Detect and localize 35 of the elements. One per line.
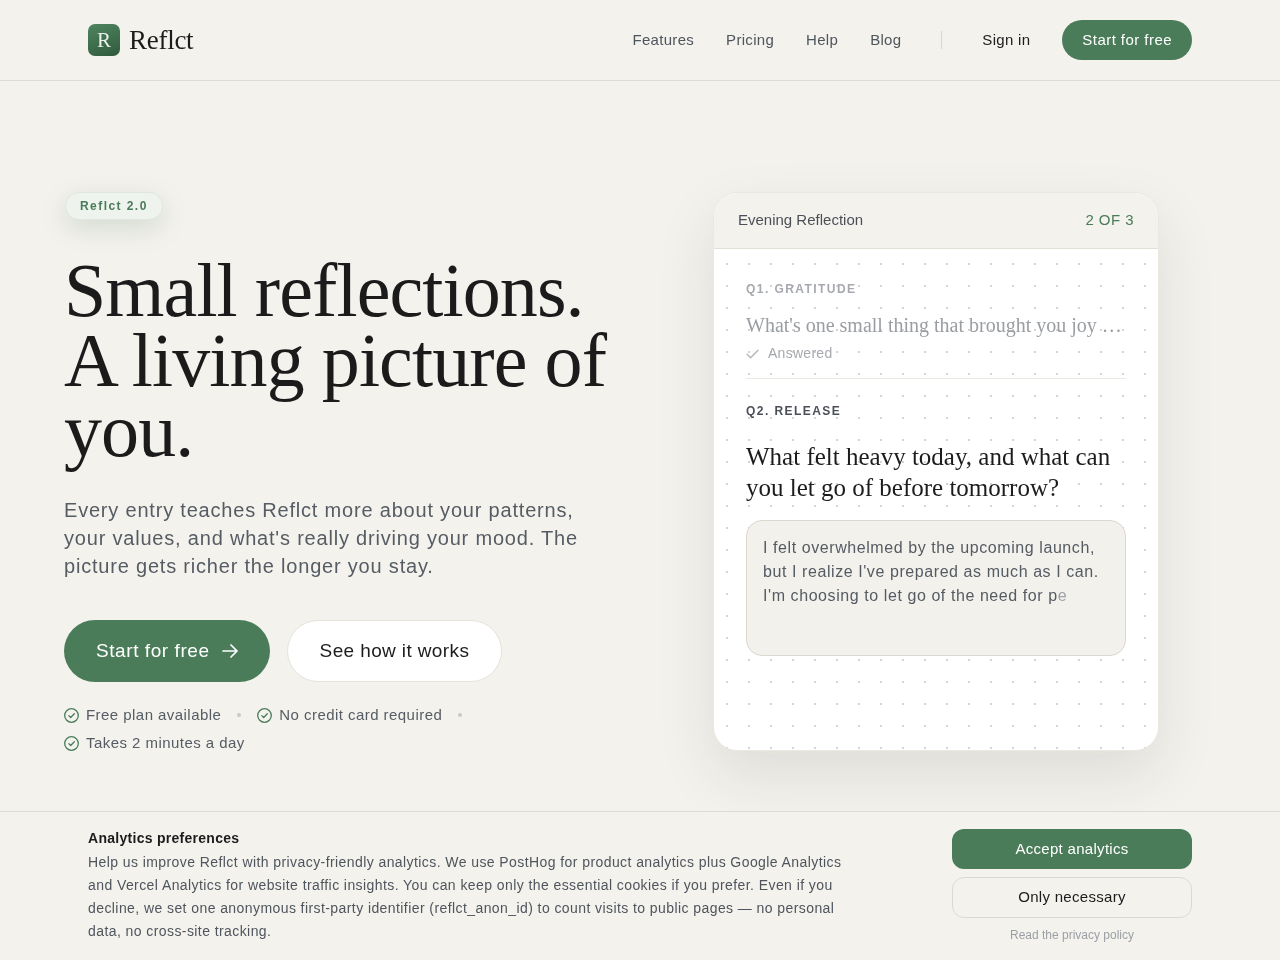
perk-text: Free plan available — [86, 705, 222, 725]
answered-status: Answered — [768, 344, 833, 363]
answer-field[interactable]: I felt overwhelmed by the upcoming launch, but I realize I've prepared as much as I can. I'm choosing to let go of the need for pe — [746, 520, 1126, 656]
version-badge: Reflct 2.0 — [65, 192, 163, 220]
nav-menu-link[interactable]: Features — [632, 28, 695, 52]
question-text: What felt heavy today, and what can you let go of before tomorrow? — [746, 442, 1112, 503]
check-circle-icon — [257, 707, 273, 723]
nav-menu-link[interactable]: Pricing — [726, 28, 775, 52]
banner-title: Analytics preferences — [88, 829, 241, 848]
check-circle-icon — [64, 707, 79, 723]
only-necessary-button[interactable]: Only necessary — [952, 877, 1192, 918]
check-circle-icon — [64, 735, 79, 751]
check-icon — [746, 348, 759, 359]
logo-mark: R — [88, 24, 120, 56]
hero-description: Every entry teaches Reflct more about your patterns, your values, and what's really driving your mood. The picture gets richer the longer you stay. — [64, 498, 579, 579]
progress-counter: 2 OF 3 — [1085, 210, 1134, 231]
start-free-button[interactable]: Start for free — [64, 620, 270, 682]
separator-dot-icon — [237, 713, 242, 717]
brand-name[interactable]: Reflct — [129, 19, 194, 61]
nav-menu-link[interactable]: Help — [806, 28, 839, 52]
banner-description: Help us improve Reflct with privacy-friendly analytics. We use PostHog for product analytics plus Google Analytics and Vercel Analytics for website traffic insights. You can keep only the essential cookies if you prefer. Even if you decline, we set one anonymous first-party identifier (reflct_anon_id) to count visits to public pages — no personal data, no cross-site tracking. — [88, 853, 843, 941]
arrow-right-icon — [221, 644, 238, 658]
question-label: Q2. RELEASE — [746, 403, 843, 419]
how-it-works-button[interactable]: See how it works — [286, 620, 503, 682]
question-text: What's one small thing that brought you joy … — [746, 313, 1123, 338]
start-free-button[interactable]: Start for free — [1062, 20, 1192, 60]
hero-heading: Small reflections. A living picture of you. — [64, 253, 608, 474]
perk-text: Takes 2 minutes a day — [86, 733, 245, 753]
accept-analytics-button[interactable]: Accept analytics — [952, 829, 1192, 869]
sign-in-link[interactable]: Sign in — [982, 28, 1031, 52]
question-label: Q1. GRATITUDE — [746, 281, 858, 297]
perk-text: No credit card required — [279, 705, 443, 725]
card-title: Evening Reflection — [738, 210, 864, 231]
nav-menu-link[interactable]: Blog — [870, 28, 902, 52]
separator-dot-icon — [458, 713, 463, 717]
